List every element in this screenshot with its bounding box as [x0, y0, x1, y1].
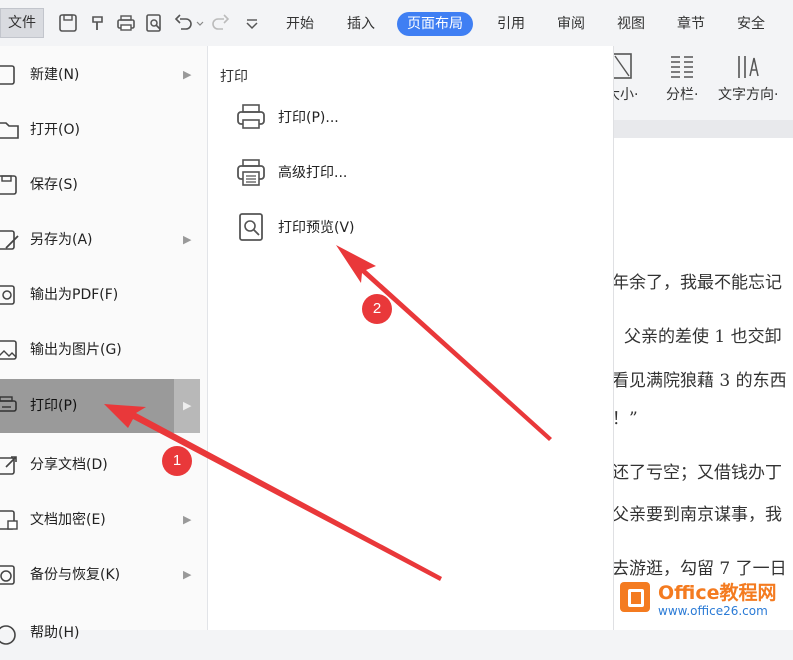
menu-item-open[interactable]: 打开(O)	[0, 103, 200, 157]
menu-item-print[interactable]: 打印(P) ▶	[0, 379, 200, 433]
chevron-right-icon: ▶	[183, 233, 192, 246]
save-icon[interactable]	[58, 13, 78, 33]
print-submenu: 打印 打印(P)... 高级打印... 打印预览(V)	[208, 46, 614, 630]
menu-item-label: 备份与恢复(K)	[30, 567, 121, 583]
watermark: Office教程网 www.office26.com	[618, 576, 793, 622]
document-line: ！”	[612, 409, 638, 429]
tab-view[interactable]: 视图	[617, 12, 645, 36]
menu-item-label: 另存为(A)	[30, 232, 93, 248]
ribbon-label-text-direction: 文字方向·	[718, 87, 779, 103]
tab-security[interactable]: 安全	[737, 12, 765, 36]
format-painter-icon[interactable]	[88, 13, 108, 33]
chevron-right-icon: ▶	[183, 568, 192, 581]
menu-item-label: 帮助(H)	[30, 625, 80, 641]
undo-dropdown-icon[interactable]	[196, 13, 204, 33]
document-line: 父亲要到南京谋事，我	[612, 505, 782, 525]
text-direction-button[interactable]: 文字方向·	[718, 52, 778, 104]
text-direction-icon	[733, 52, 763, 82]
top-toolbar: 文件 开始 插入 页面布局 引用 审阅 视图 章节 安全	[0, 0, 793, 47]
chevron-right-icon: ▶	[183, 68, 192, 81]
office-logo-icon	[620, 582, 650, 612]
menu-item-save[interactable]: 保存(S)	[0, 158, 200, 212]
submenu-item-print-preview[interactable]: 打印预览(V)	[236, 208, 536, 248]
help-icon	[0, 621, 22, 645]
redo-icon[interactable]	[210, 13, 230, 33]
printer-icon	[236, 102, 266, 132]
submenu-item-advanced-print[interactable]: 高级打印...	[236, 153, 536, 193]
image-export-icon	[0, 338, 22, 362]
menu-item-backup[interactable]: 备份与恢复(K) ▶	[0, 548, 200, 602]
backup-icon	[0, 563, 22, 587]
menu-item-save-as[interactable]: 另存为(A) ▶	[0, 213, 200, 267]
document-line: 还了亏空；又借钱办丁	[612, 463, 782, 483]
document-line: 年余了，我最不能忘记	[612, 273, 782, 293]
tab-insert[interactable]: 插入	[347, 12, 375, 36]
menu-item-label: 保存(S)	[30, 177, 78, 193]
menu-item-export-image[interactable]: 输出为图片(G)	[0, 323, 200, 377]
submenu-item-label: 打印预览(V)	[278, 220, 355, 236]
tab-home[interactable]: 开始	[286, 12, 314, 36]
menu-item-help[interactable]: 帮助(H)	[0, 606, 200, 660]
print-preview-icon	[236, 212, 266, 242]
menu-item-label: 打印(P)	[30, 398, 78, 414]
share-icon	[0, 453, 22, 477]
menu-item-label: 输出为PDF(F)	[30, 287, 119, 303]
new-document-icon	[0, 63, 22, 87]
ribbon-page-layout: 大小· 分栏· 文字方向·	[600, 46, 793, 121]
document-line: 父亲的差使 1 也交卸	[624, 327, 782, 347]
tab-references[interactable]: 引用	[497, 12, 525, 36]
menu-item-encrypt[interactable]: 文档加密(E) ▶	[0, 493, 200, 547]
watermark-url: www.office26.com	[658, 604, 768, 618]
save-icon	[0, 173, 22, 197]
advanced-print-icon	[236, 157, 266, 187]
print-preview-icon[interactable]	[144, 13, 164, 33]
menu-item-new[interactable]: 新建(N) ▶	[0, 48, 200, 102]
menu-item-label: 打开(O)	[30, 122, 80, 138]
columns-icon	[667, 52, 697, 82]
tab-review[interactable]: 审阅	[557, 12, 585, 36]
submenu-title: 打印	[220, 69, 248, 85]
pdf-export-icon	[0, 283, 22, 307]
menu-item-label: 输出为图片(G)	[30, 342, 122, 358]
save-as-icon	[0, 228, 22, 252]
menu-item-label: 文档加密(E)	[30, 512, 106, 528]
menu-item-label: 分享文档(D)	[30, 457, 108, 473]
step-badge-1: 1	[162, 446, 192, 476]
printer-icon	[0, 394, 22, 418]
submenu-item-print[interactable]: 打印(P)...	[236, 98, 536, 138]
undo-icon[interactable]	[174, 13, 194, 33]
customize-dropdown-icon[interactable]	[242, 13, 262, 33]
folder-open-icon	[0, 118, 22, 142]
document-page[interactable]: 年余了，我最不能忘记 父亲的差使 1 也交卸 看见满院狼藉 3 的东西 ！” 还…	[612, 138, 793, 630]
file-menu: 新建(N) ▶ 打开(O) 保存(S) 另存为(A) ▶ 输出为PDF(F) 输…	[0, 46, 208, 645]
submenu-item-label: 高级打印...	[278, 165, 348, 181]
chevron-right-icon: ▶	[183, 399, 192, 412]
print-icon[interactable]	[116, 13, 136, 33]
tab-chapter[interactable]: 章节	[677, 12, 705, 36]
file-menu-button[interactable]: 文件	[0, 8, 44, 38]
document-line: 看见满院狼藉 3 的东西	[612, 371, 787, 391]
tab-page-layout[interactable]: 页面布局	[397, 12, 473, 36]
columns-button[interactable]: 分栏·	[666, 52, 698, 104]
menu-item-export-pdf[interactable]: 输出为PDF(F)	[0, 268, 200, 322]
ribbon-label-columns: 分栏·	[666, 87, 699, 103]
encrypt-icon	[0, 508, 22, 532]
menu-item-label: 新建(N)	[30, 67, 80, 83]
submenu-item-label: 打印(P)...	[278, 110, 339, 126]
chevron-right-icon: ▶	[183, 513, 192, 526]
step-badge-2: 2	[362, 294, 392, 324]
watermark-title: Office教程网	[658, 582, 777, 604]
